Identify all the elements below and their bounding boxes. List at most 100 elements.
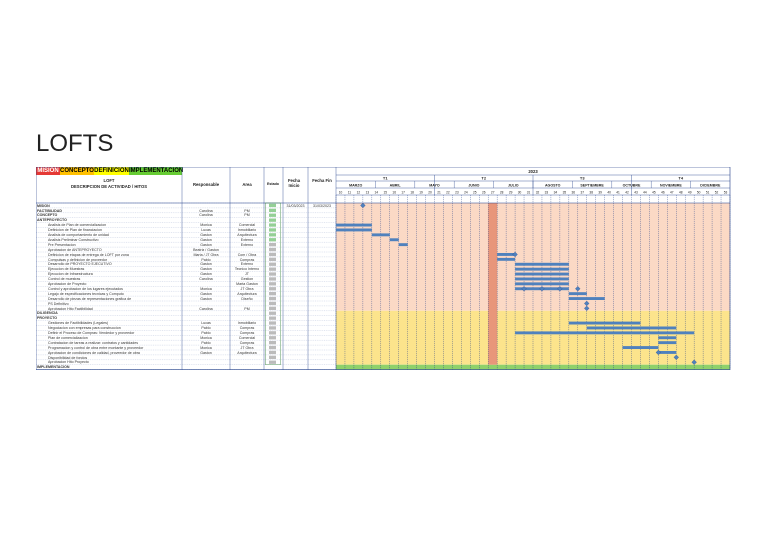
- status-cell: [269, 243, 276, 247]
- task-area: Externo: [240, 237, 254, 242]
- task-responsable: Monica: [200, 335, 212, 340]
- task-description: Definicion de etapas de entrega de LOFT …: [48, 252, 129, 257]
- task-bar: [515, 282, 569, 286]
- task-responsable: Carolina: [199, 208, 213, 213]
- task-area: Tecnico Interno: [234, 267, 260, 272]
- status-cell: [269, 296, 276, 301]
- week-number: 22: [446, 191, 450, 195]
- task-bar: [658, 351, 677, 354]
- status-cell: [269, 316, 276, 320]
- status-cell: [269, 203, 276, 208]
- week-number: 29: [509, 191, 513, 195]
- status-cell: [269, 345, 276, 350]
- task-area: Compras: [239, 257, 255, 262]
- task-bar: [515, 262, 569, 266]
- status-cell: [269, 267, 276, 271]
- week-number: 42: [625, 191, 629, 195]
- task-area: Inmobiliario: [237, 321, 257, 326]
- status-cell: [269, 262, 276, 266]
- status-cell: [269, 326, 276, 330]
- week-number: 18: [410, 191, 414, 195]
- status-cell: [269, 311, 276, 315]
- week-number: 16: [392, 191, 396, 195]
- week-number: 51: [706, 191, 710, 195]
- task-responsable: Gaston: [200, 272, 212, 277]
- task-bar: [398, 243, 408, 247]
- task-responsable: Pablo: [201, 326, 211, 331]
- task-responsable: Gaston: [200, 237, 212, 242]
- quarter-label: T4: [678, 176, 683, 181]
- task-responsable: Gaston: [200, 291, 212, 296]
- task-bar: [658, 341, 677, 345]
- task-area: Comercial: [238, 335, 256, 340]
- task-description: DILIGENCIA: [37, 311, 58, 316]
- month-label: SEPTIEMBRE: [580, 184, 604, 188]
- task-description: Ejecucion de Muestras: [48, 267, 85, 272]
- task-area: Marta Gaston: [236, 282, 258, 286]
- week-number: 40: [607, 191, 611, 195]
- task-bar: [658, 336, 677, 340]
- week-number: 25: [473, 191, 477, 195]
- status-cell: [269, 301, 276, 306]
- task-description: Aprobacion de condiciones de calidad, pr…: [48, 350, 140, 355]
- task-description: Control de muestras: [48, 277, 81, 282]
- status-cell: [269, 282, 276, 286]
- task-bar: [568, 297, 605, 300]
- task-bar: [336, 223, 372, 227]
- task-bar: [515, 267, 569, 271]
- task-description: Analisis Preliminar Constructivo: [48, 237, 99, 242]
- task-responsable: Carolina: [199, 213, 213, 218]
- task-bar: [497, 257, 516, 261]
- task-description: PS Definitivo: [48, 301, 69, 306]
- status-cell: [269, 223, 276, 227]
- task-fecha-inicio: 31/03/2023: [286, 203, 305, 208]
- task-area: Compras: [239, 326, 255, 331]
- week-number: 11: [348, 191, 352, 195]
- week-number: 14: [375, 191, 379, 195]
- week-number: 31: [527, 191, 531, 195]
- task-bar: [515, 277, 569, 281]
- week-number: 19: [419, 191, 423, 195]
- task-description: Negociacion con empresas para construcci…: [48, 326, 121, 331]
- task-area: Gestion: [240, 277, 254, 282]
- week-number: 23: [455, 191, 459, 195]
- task-responsable: Gaston: [200, 267, 212, 272]
- task-responsable: Monica: [200, 345, 212, 350]
- task-area: JT Obra: [240, 345, 254, 350]
- quarter-label: T2: [481, 176, 486, 181]
- year-label: 2023: [528, 169, 538, 174]
- month-label: MAYO: [429, 184, 440, 188]
- status-cell: [269, 252, 276, 257]
- task-area: Compras: [239, 331, 255, 335]
- week-number: 48: [679, 191, 683, 195]
- task-bar: [568, 292, 587, 296]
- task-responsable: Pablo: [201, 340, 211, 345]
- gantt-sheet: MISION CONCEPTO DEFINICION IMPLEMENTACIO…: [36, 167, 732, 417]
- week-number: 27: [491, 191, 495, 195]
- week-number: 43: [634, 191, 638, 195]
- task-description: Ejecucion de Infraestructura: [48, 272, 93, 277]
- week-number: 38: [589, 191, 593, 195]
- task-responsable: Lucas: [201, 228, 211, 233]
- week-number: 47: [670, 191, 674, 195]
- status-cell: [269, 208, 276, 212]
- task-description: Pre Presentacion: [48, 242, 76, 247]
- task-area: JT: [245, 272, 249, 277]
- task-area: Diseño: [241, 296, 253, 301]
- task-responsable: Marta / JT Obra: [193, 252, 219, 257]
- task-description: Control y aprobacion de los lugares ejec…: [48, 286, 123, 291]
- task-description: Gestiones de Factibilidades (Legales): [48, 321, 109, 326]
- task-area: Inmobiliario: [237, 228, 257, 233]
- week-number: 50: [697, 191, 701, 195]
- week-number: 17: [401, 191, 405, 195]
- week-number: 24: [464, 191, 468, 195]
- task-responsable: Gaston: [200, 233, 212, 237]
- week-number: 30: [518, 191, 522, 195]
- week-number: 44: [643, 191, 647, 195]
- week-number: 15: [383, 191, 387, 195]
- week-number: 53: [724, 191, 728, 195]
- week-number: 49: [688, 191, 692, 195]
- status-cell: [269, 272, 276, 276]
- task-bar: [336, 228, 372, 232]
- week-number: 36: [572, 191, 576, 195]
